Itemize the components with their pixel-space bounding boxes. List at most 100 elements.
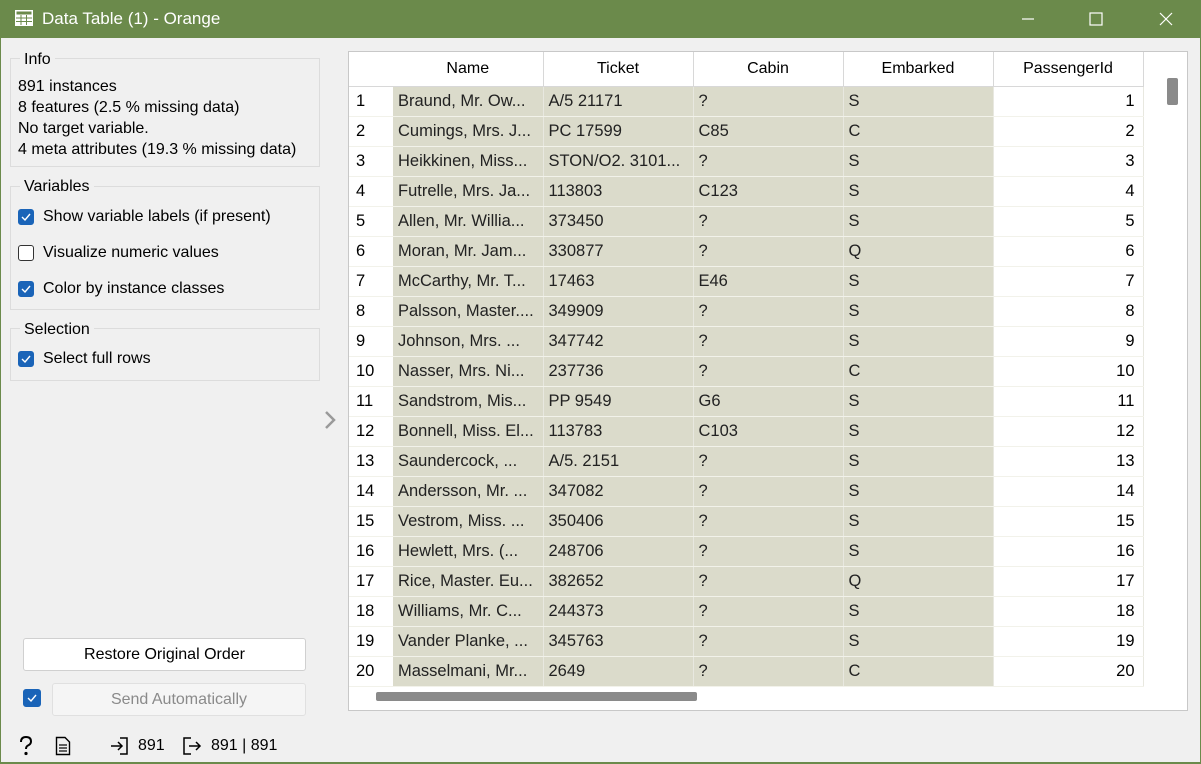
table-cell[interactable]: 10 (993, 356, 1144, 387)
table-cell[interactable]: C (843, 656, 994, 687)
table-cell[interactable]: 12 (993, 416, 1144, 447)
close-button[interactable] (1138, 0, 1194, 38)
send-automatically-checkbox[interactable] (23, 689, 41, 707)
row-number[interactable]: 19 (349, 626, 393, 657)
row-number[interactable]: 3 (349, 146, 393, 177)
table-cell[interactable]: Sandstrom, Mis... (393, 386, 544, 417)
table-row[interactable]: 13 Saundercock, ... A/5. 2151? S 13 (349, 446, 1144, 477)
table-cell[interactable]: 349909 (543, 296, 694, 327)
table-cell[interactable]: PC 17599 (543, 116, 694, 147)
table-cell[interactable]: C103 (693, 416, 844, 447)
row-number[interactable]: 5 (349, 206, 393, 237)
color-by-class-checkbox[interactable]: Color by instance classes (18, 280, 224, 298)
row-number[interactable]: 18 (349, 596, 393, 627)
table-cell[interactable]: Futrelle, Mrs. Ja... (393, 176, 544, 207)
table-cell[interactable]: 17 (993, 566, 1144, 597)
table-cell[interactable]: 6 (993, 236, 1144, 267)
restore-original-order-button[interactable]: Restore Original Order (23, 638, 306, 671)
table-cell[interactable]: Allen, Mr. Willia... (393, 206, 544, 237)
horizontal-scrollbar-thumb[interactable] (376, 692, 697, 701)
table-cell[interactable]: 347082 (543, 476, 694, 507)
table-cell[interactable]: 382652 (543, 566, 694, 597)
checkbox-unchecked-icon[interactable] (18, 245, 34, 261)
row-number[interactable]: 2 (349, 116, 393, 147)
row-number[interactable]: 10 (349, 356, 393, 387)
send-automatically-button[interactable]: Send Automatically (52, 683, 306, 716)
table-cell[interactable]: 248706 (543, 536, 694, 567)
table-row[interactable]: 5 Allen, Mr. Willia... 373450? S 5 (349, 206, 1144, 237)
table-cell[interactable]: 237736 (543, 356, 694, 387)
table-cell[interactable]: 1 (993, 86, 1144, 117)
table-cell[interactable]: Vestrom, Miss. ... (393, 506, 544, 537)
table-cell[interactable]: ? (693, 86, 844, 117)
visualize-numeric-checkbox[interactable]: Visualize numeric values (18, 244, 219, 262)
row-number[interactable]: 7 (349, 266, 393, 297)
table-cell[interactable]: McCarthy, Mr. T... (393, 266, 544, 297)
table-cell[interactable]: 5 (993, 206, 1144, 237)
table-cell[interactable]: S (843, 326, 994, 357)
table-cell[interactable]: Heikkinen, Miss... (393, 146, 544, 177)
table-cell[interactable]: ? (693, 356, 844, 387)
table-cell[interactable]: 16 (993, 536, 1144, 567)
vertical-scrollbar-thumb[interactable] (1167, 78, 1178, 105)
table-cell[interactable]: 19 (993, 626, 1144, 657)
table-cell[interactable]: S (843, 86, 994, 117)
table-row[interactable]: 7 McCarthy, Mr. T... 17463 E46 S 7 (349, 266, 1144, 297)
table-cell[interactable]: ? (693, 296, 844, 327)
table-cell[interactable]: 13 (993, 446, 1144, 477)
row-number[interactable]: 4 (349, 176, 393, 207)
maximize-button[interactable] (1068, 0, 1124, 38)
column-header-ticket[interactable]: Ticket (543, 52, 694, 87)
table-cell[interactable]: 11 (993, 386, 1144, 417)
table-cell[interactable]: 17463 (543, 266, 694, 297)
table-row[interactable]: 6 Moran, Mr. Jam... 330877? Q 6 (349, 236, 1144, 267)
table-cell[interactable]: ? (693, 236, 844, 267)
table-row[interactable]: 2 Cumings, Mrs. J... PC 17599 C85 C 2 (349, 116, 1144, 147)
table-cell[interactable]: Andersson, Mr. ... (393, 476, 544, 507)
table-cell[interactable]: 14 (993, 476, 1144, 507)
table-cell[interactable]: 2649 (543, 656, 694, 687)
table-cell[interactable]: A/5. 2151 (543, 446, 694, 477)
checkbox-checked-icon[interactable] (18, 351, 34, 367)
table-row[interactable]: 16 Hewlett, Mrs. (... 248706? S 16 (349, 536, 1144, 567)
table-cell[interactable]: 2 (993, 116, 1144, 147)
vertical-scrollbar[interactable] (1160, 52, 1186, 684)
table-row[interactable]: 15 Vestrom, Miss. ... 350406? S 15 (349, 506, 1144, 537)
table-cell[interactable]: Braund, Mr. Ow... (393, 86, 544, 117)
table-cell[interactable]: Vander Planke, ... (393, 626, 544, 657)
table-cell[interactable]: Johnson, Mrs. ... (393, 326, 544, 357)
table-cell[interactable]: 345763 (543, 626, 694, 657)
table-cell[interactable]: A/5 21171 (543, 86, 694, 117)
table-cell[interactable]: ? (693, 206, 844, 237)
checkbox-checked-icon[interactable] (18, 209, 34, 225)
table-cell[interactable]: E46 (693, 266, 844, 297)
table-cell[interactable]: Cumings, Mrs. J... (393, 116, 544, 147)
row-number[interactable]: 6 (349, 236, 393, 267)
minimize-button[interactable] (1000, 0, 1056, 38)
table-cell[interactable]: ? (693, 146, 844, 177)
table-cell[interactable]: STON/O2. 3101... (543, 146, 694, 177)
table-cell[interactable]: Palsson, Master.... (393, 296, 544, 327)
table-cell[interactable]: Saundercock, ... (393, 446, 544, 477)
table-cell[interactable]: G6 (693, 386, 844, 417)
table-cell[interactable]: S (843, 596, 994, 627)
table-row[interactable]: 4 Futrelle, Mrs. Ja... 113803 C123 S 4 (349, 176, 1144, 207)
checkbox-checked-icon[interactable] (18, 281, 34, 297)
table-cell[interactable]: Masselmani, Mr... (393, 656, 544, 687)
table-cell[interactable]: Hewlett, Mrs. (... (393, 536, 544, 567)
table-cell[interactable]: ? (693, 506, 844, 537)
table-cell[interactable]: 20 (993, 656, 1144, 687)
row-number[interactable]: 17 (349, 566, 393, 597)
table-row[interactable]: 1 Braund, Mr. Ow... A/5 21171? S 1 (349, 86, 1144, 117)
table-cell[interactable]: PP 9549 (543, 386, 694, 417)
table-cell[interactable]: S (843, 416, 994, 447)
table-row[interactable]: 11 Sandstrom, Mis... PP 9549 G6 S 11 (349, 386, 1144, 417)
data-table-grid[interactable]: Name Ticket Cabin Embarked PassengerId 1… (349, 52, 1144, 687)
table-cell[interactable]: 113783 (543, 416, 694, 447)
table-cell[interactable]: C (843, 116, 994, 147)
table-cell[interactable]: 350406 (543, 506, 694, 537)
table-cell[interactable]: S (843, 536, 994, 567)
row-number[interactable]: 11 (349, 386, 393, 417)
row-number[interactable]: 20 (349, 656, 393, 687)
row-number[interactable]: 16 (349, 536, 393, 567)
